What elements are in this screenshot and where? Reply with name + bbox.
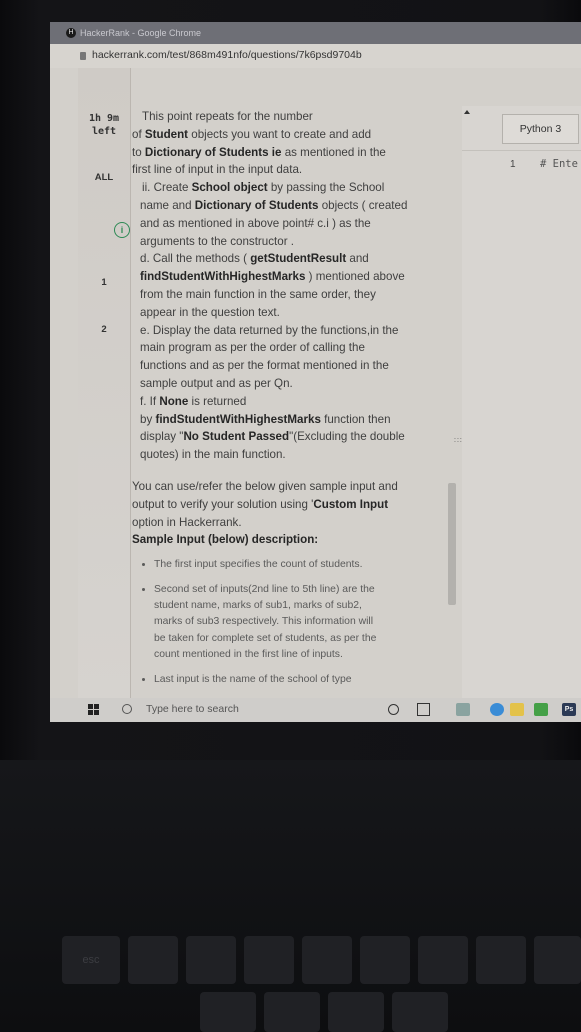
- instructions-block: This point repeats for the number of Stud…: [132, 108, 460, 464]
- instruction-line: This point repeats for the number: [142, 110, 313, 123]
- monitor-bezel: H HackerRank - Google Chrome hackerrank.…: [0, 0, 581, 760]
- sidebar-item-question-2[interactable]: 2: [78, 324, 130, 335]
- instruction-line: from the main function in the same order…: [140, 287, 376, 301]
- address-bar[interactable]: hackerrank.com/test/868m491nfo/questions…: [50, 44, 581, 68]
- app-icon-a[interactable]: [456, 703, 470, 716]
- instruction-line: ii. Create School object by passing the …: [142, 181, 385, 195]
- search-icon: [122, 704, 132, 714]
- sample-input-description-list: The first input specifies the count of s…: [132, 557, 460, 688]
- window-title: HackerRank - Google Chrome: [80, 28, 202, 38]
- timer-value: 1h 9m: [88, 113, 120, 124]
- instruction-line: appear in the question text.: [140, 305, 280, 319]
- sample-info-line: output to verify your solution using 'Cu…: [132, 497, 389, 511]
- key-4: [328, 992, 384, 1032]
- key-f6: [418, 936, 468, 984]
- bullet-item: Second set of inputs(2nd line to 5th lin…: [154, 582, 460, 664]
- instruction-line: functions and as per the format mentione…: [140, 359, 389, 373]
- url-text[interactable]: hackerrank.com/test/868m491nfo/questions…: [92, 49, 362, 61]
- bullet-item: The first input specifies the count of s…: [154, 557, 460, 573]
- file-explorer-icon[interactable]: [510, 703, 524, 716]
- instruction-line: to Dictionary of Students ie as mentione…: [132, 145, 386, 159]
- sidebar-item-all[interactable]: ALL: [78, 172, 130, 183]
- instruction-line: and as mentioned in above point# c.i ) a…: [140, 216, 371, 230]
- key-f3: [244, 936, 294, 984]
- windows-start-icon[interactable]: [88, 704, 99, 715]
- task-view-icon[interactable]: [417, 703, 430, 716]
- timer-label: left: [91, 126, 117, 137]
- question-sidebar: 1h 9m left ALL i 1 2: [78, 68, 131, 698]
- editor-divider: [462, 150, 581, 151]
- instruction-line: name and Dictionary of Students objects …: [140, 198, 408, 212]
- sample-info-line: You can use/refer the below given sample…: [132, 479, 398, 493]
- instruction-line: arguments to the constructor .: [140, 234, 295, 248]
- collapse-arrow-icon[interactable]: [464, 110, 470, 114]
- hackerrank-logo-icon: H: [66, 28, 76, 38]
- language-select[interactable]: Python 3: [502, 114, 579, 144]
- instruction-line: first line of input in the input data.: [132, 163, 303, 177]
- code-line-1[interactable]: # Ente: [540, 158, 578, 170]
- key-f7: [476, 936, 526, 984]
- chrome-icon[interactable]: [490, 703, 504, 716]
- app-icon-b[interactable]: [534, 703, 548, 716]
- instruction-line: findStudentWithHighestMarks ) mentioned …: [140, 270, 405, 284]
- screen: H HackerRank - Google Chrome hackerrank.…: [50, 22, 581, 722]
- info-icon[interactable]: i: [114, 222, 130, 238]
- panel-resize-handle[interactable]: ::::::::: [454, 437, 477, 466]
- bullet-item: Last input is the name of the school of …: [154, 672, 460, 688]
- key-3: [264, 992, 320, 1032]
- key-f8: [534, 936, 581, 984]
- cortana-icon[interactable]: [388, 704, 399, 715]
- key-f1: [128, 936, 178, 984]
- key-f2: [186, 936, 236, 984]
- windows-taskbar: Type here to search Ps: [50, 698, 581, 722]
- key-2: [200, 992, 256, 1032]
- sidebar-item-question-1[interactable]: 1: [78, 277, 130, 288]
- key-f5: [360, 936, 410, 984]
- instruction-line: d. Call the methods ( getStudentResult a…: [140, 252, 369, 266]
- sample-info-line: Sample Input (below) description:: [132, 533, 319, 547]
- instruction-line: display "No Student Passed"(Excluding th…: [140, 430, 405, 444]
- line-number: 1: [510, 159, 516, 170]
- taskbar-search-input[interactable]: Type here to search: [146, 703, 239, 715]
- laptop-keyboard: esc: [0, 760, 581, 1032]
- key-esc: esc: [62, 936, 120, 984]
- test-page: 1h 9m left ALL i 1 2 This point repeats …: [50, 68, 581, 698]
- instruction-line: quotes) in the main function.: [140, 448, 286, 462]
- sample-info-block: You can use/refer the below given sample…: [132, 478, 460, 549]
- question-text: This point repeats for the number of Stud…: [132, 108, 460, 698]
- instruction-line: by findStudentWithHighestMarks function …: [140, 412, 391, 426]
- instruction-line: e. Display the data returned by the func…: [140, 323, 399, 337]
- question-scrollbar[interactable]: [448, 483, 456, 605]
- browser-titlebar: H HackerRank - Google Chrome: [50, 22, 581, 44]
- sample-info-line: option in Hackerrank.: [132, 515, 242, 529]
- lock-icon: [80, 52, 86, 60]
- instruction-line: of Student objects you want to create an…: [132, 127, 372, 141]
- key-5: [392, 992, 448, 1032]
- instruction-line: sample output and as per Qn.: [140, 376, 293, 390]
- key-f4: [302, 936, 352, 984]
- photoshop-icon[interactable]: Ps: [562, 703, 576, 716]
- time-remaining: 1h 9m left: [78, 112, 130, 138]
- code-editor-panel: Python 3 1 # Ente: [462, 106, 581, 698]
- instruction-line: f. If None is returned: [140, 394, 247, 408]
- instruction-line: main program as per the order of calling…: [140, 341, 365, 355]
